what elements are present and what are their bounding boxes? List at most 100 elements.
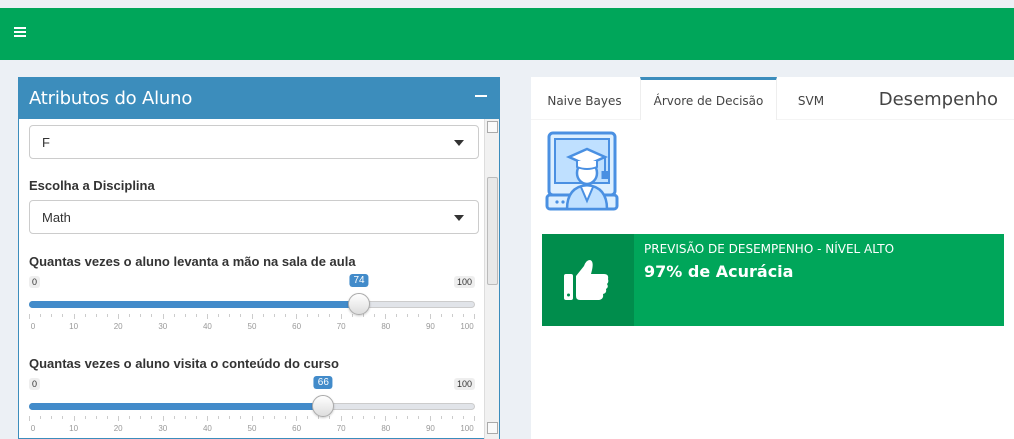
slider-tick-label: 100 (460, 424, 474, 433)
slider-tick (218, 314, 220, 317)
gender-select[interactable]: F (29, 125, 479, 159)
slider-tick-label: 40 (202, 322, 212, 331)
slider-tick (396, 416, 398, 419)
slider-tick (95, 314, 97, 317)
discipline-select[interactable]: Math (29, 200, 479, 234)
slider-tick (106, 416, 108, 419)
slider-tick (429, 416, 431, 421)
slider-tick (373, 314, 375, 317)
slider-tick (440, 416, 442, 419)
slider-tick-label: 50 (247, 424, 257, 433)
performance-title: Desempenho (878, 89, 998, 110)
slider-tick (340, 416, 342, 421)
vertical-scrollbar[interactable] (484, 119, 499, 439)
slider-tick (84, 416, 86, 419)
tab-decision-tree[interactable]: Árvore de Decisão (640, 77, 777, 120)
scroll-down-icon[interactable] (487, 422, 498, 434)
slider-fill (29, 301, 360, 308)
slider-tick (151, 314, 153, 317)
slider-tick-label: 30 (158, 322, 168, 331)
raised-hands-slider[interactable]: 0 100 74 0 10 20 30 40 50 60 70 80 90 100 (29, 274, 475, 336)
slider-tick (451, 416, 453, 419)
slider-tick (385, 314, 386, 319)
slider-max-label: 100 (453, 378, 475, 390)
scroll-up-icon[interactable] (487, 121, 498, 133)
slider-tick (385, 416, 386, 421)
slider-tick (40, 416, 42, 419)
slider-tick (62, 314, 64, 317)
slider-tick-label: 90 (425, 322, 435, 331)
slider-tick-label: 50 (247, 322, 257, 331)
slider-tick (273, 314, 275, 317)
slider-tick (362, 416, 364, 419)
slider-tick (329, 314, 331, 317)
slider-tick (84, 314, 86, 317)
slider-ticks (29, 314, 475, 320)
slider-tick (140, 314, 142, 317)
slider-tick (218, 416, 220, 419)
slider-tick-label: 40 (202, 424, 212, 433)
accuracy-value: 97% de Acurácia (644, 262, 794, 281)
slider-tick (184, 314, 186, 317)
slider-tick (29, 314, 30, 319)
box-header: Atributos do Aluno (19, 77, 499, 119)
slider-tick (318, 314, 320, 317)
slider-tick-label: 100 (460, 322, 474, 331)
slider-tick (207, 416, 208, 421)
slider-tick-label: 60 (292, 322, 302, 331)
slider-tick (351, 314, 353, 317)
prediction-info-box: PREVISÃO DE DESEMPENHO - NÍVEL ALTO 97% … (542, 234, 1004, 326)
slider-tick-label: 20 (113, 424, 123, 433)
thumbs-up-icon (564, 260, 609, 300)
slider-value-label: 66 (313, 376, 333, 389)
slider-tick (195, 416, 197, 419)
slider-min-label: 0 (29, 276, 41, 288)
performance-box: Naive Bayes Árvore de Decisão SVM Desemp… (531, 77, 1014, 439)
slider-tick (73, 416, 75, 421)
visited-resources-slider[interactable]: 0 100 66 0 10 20 30 40 50 60 70 80 90 100 (29, 376, 475, 438)
slider-tick-label: 0 (30, 322, 36, 331)
discipline-select-value: Math (42, 210, 71, 225)
slider-tick (40, 314, 42, 317)
slider-tick (474, 416, 475, 421)
slider-fill (29, 403, 324, 410)
slider-tick (284, 416, 286, 419)
slider-tick-label: 70 (336, 322, 346, 331)
slider-tick (151, 416, 153, 419)
slider-tick-label: 80 (381, 322, 391, 331)
slider-tick-label: 10 (69, 424, 79, 433)
slider-handle[interactable] (312, 395, 335, 417)
caret-down-icon (454, 140, 464, 146)
slider-tick (240, 416, 242, 419)
minus-icon[interactable] (475, 95, 487, 97)
slider-tick (73, 314, 75, 319)
attributes-scroll-area[interactable]: F Escolha a Disciplina Math Quantas veze… (19, 119, 499, 439)
tab-naive-bayes[interactable]: Naive Bayes (531, 77, 638, 120)
slider-tick-label: 30 (158, 424, 168, 433)
scrollbar-thumb[interactable] (487, 177, 498, 285)
top-navbar (0, 8, 1014, 60)
slider-tick (129, 314, 131, 317)
slider-tick (173, 416, 175, 419)
hamburger-icon[interactable] (14, 27, 26, 37)
slider-tick (474, 314, 475, 319)
slider-tick (362, 314, 364, 317)
slider-value-label: 74 (349, 274, 369, 287)
slider-tick (29, 416, 30, 421)
info-box-icon (542, 234, 634, 326)
box-title: Atributos do Aluno (29, 88, 193, 109)
caret-down-icon (454, 215, 464, 221)
slider-tick (296, 416, 297, 421)
tab-svm[interactable]: SVM (779, 77, 843, 120)
slider-tick (195, 314, 197, 317)
student-attributes-box: Atributos do Aluno F Escolha a Disciplin… (18, 77, 500, 439)
slider-tick (240, 314, 242, 317)
slider-tick (418, 314, 420, 317)
slider-tick (95, 416, 97, 419)
slider-tick (207, 314, 208, 319)
slider-tick (229, 416, 231, 419)
prediction-label: PREVISÃO DE DESEMPENHO - NÍVEL ALTO (644, 242, 895, 256)
slider-handle[interactable] (348, 293, 371, 315)
student-computer-icon (545, 131, 619, 211)
slider-min-label: 0 (29, 378, 41, 390)
